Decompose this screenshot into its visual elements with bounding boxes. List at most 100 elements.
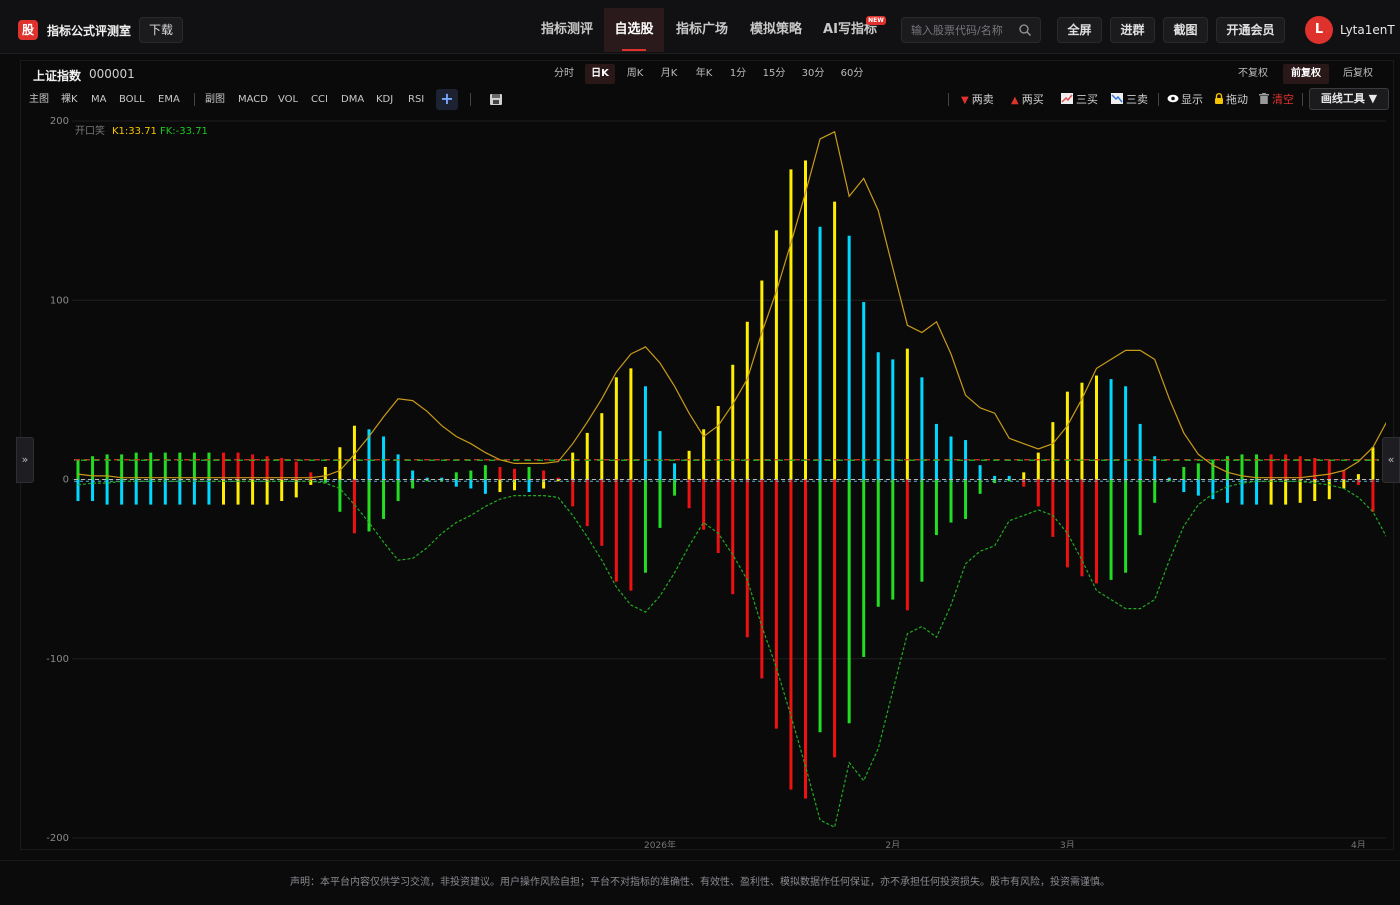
- y-tick-label: 200: [50, 116, 69, 127]
- bar-up: [847, 235, 851, 480]
- y-tick-label: 100: [50, 295, 69, 306]
- period-60min[interactable]: 60分: [837, 64, 867, 84]
- indicator-chart[interactable]: 200 100 0 -100 -200 2026年 2月 3月 4月 开口笑 K1:33.71 FK:…: [22, 112, 1386, 848]
- tool-drag[interactable]: 拖动: [1214, 93, 1248, 107]
- tool-show[interactable]: 显示: [1167, 93, 1203, 107]
- adjust-forward[interactable]: 前复权: [1283, 64, 1329, 84]
- bar-up: [542, 470, 546, 480]
- divider: [1158, 93, 1159, 106]
- bar-up: [207, 452, 211, 480]
- bar-up: [1022, 472, 1026, 480]
- bar-down: [265, 479, 269, 505]
- new-badge: NEW: [866, 16, 886, 25]
- sub-chart-label[interactable]: 副图: [205, 93, 225, 107]
- vip-button[interactable]: 开通会员: [1216, 17, 1285, 43]
- bar-down: [905, 479, 909, 611]
- period-daily[interactable]: 日K: [585, 64, 615, 84]
- stock-search[interactable]: [901, 17, 1041, 43]
- left-collapse-tab[interactable]: »: [16, 437, 34, 483]
- search-icon[interactable]: [1018, 23, 1032, 37]
- top-bar: 股 指标公式评测室 下载 指标测评 自选股 指标广场 模拟策略 AI写指标 NE…: [0, 0, 1400, 54]
- indicator-dma[interactable]: DMA: [341, 93, 364, 107]
- bar-up: [251, 454, 255, 480]
- adjust-none[interactable]: 不复权: [1232, 64, 1274, 84]
- legend-fk: FK:-33.71: [160, 126, 208, 137]
- legend-k1: K1:33.71: [112, 126, 157, 137]
- bar-up: [163, 452, 167, 480]
- tool-label: 显示: [1181, 93, 1203, 106]
- period-1min[interactable]: 1分: [724, 64, 752, 84]
- indicator-macd[interactable]: MACD: [238, 93, 268, 107]
- indicator-kdj[interactable]: KDJ: [376, 93, 393, 107]
- x-tick-label: 4月: [1351, 840, 1366, 848]
- tool-clear[interactable]: 清空: [1259, 93, 1294, 107]
- bar-down: [236, 479, 240, 505]
- app-title[interactable]: 指标公式评测室: [47, 22, 131, 39]
- join-group-button[interactable]: 进群: [1110, 17, 1155, 43]
- main-chart-label[interactable]: 主图: [29, 93, 49, 107]
- bar-up: [862, 302, 866, 480]
- bar-down: [862, 479, 866, 657]
- tool-three-sell[interactable]: 三卖: [1111, 93, 1148, 107]
- bar-up: [1065, 391, 1069, 480]
- tool-three-buy[interactable]: 三买: [1061, 93, 1098, 107]
- period-monthly[interactable]: 月K: [655, 64, 683, 84]
- bar-down: [1124, 479, 1128, 573]
- nav-sim-strategy[interactable]: 模拟策略: [740, 8, 812, 52]
- bar-up: [527, 466, 531, 480]
- nav-ai-indicator[interactable]: AI写指标: [814, 8, 886, 52]
- bar-up: [993, 475, 997, 480]
- bar-up: [178, 452, 182, 480]
- bar-up: [1182, 466, 1186, 480]
- indicator-bare-k[interactable]: 裸K: [61, 93, 78, 107]
- bar-up: [789, 169, 793, 480]
- nav-watchlist[interactable]: 自选股: [604, 8, 664, 52]
- divider: [1302, 93, 1303, 106]
- bar-down: [134, 479, 138, 505]
- tool-label: 两卖: [971, 93, 994, 106]
- right-collapse-tab[interactable]: «: [1382, 437, 1400, 483]
- tool-two-buy[interactable]: ▲ 两买: [1011, 93, 1044, 108]
- bar-up: [891, 359, 895, 480]
- search-input[interactable]: [911, 22, 1019, 38]
- bar-up: [411, 470, 415, 480]
- indicator-ema[interactable]: EMA: [158, 93, 180, 107]
- avatar[interactable]: L: [1305, 16, 1333, 44]
- bar-down: [585, 479, 589, 527]
- bar-down: [1022, 479, 1026, 487]
- period-15min[interactable]: 15分: [759, 64, 789, 84]
- tool-label: 三买: [1076, 93, 1098, 106]
- screenshot-button[interactable]: 截图: [1163, 17, 1208, 43]
- bar-up: [760, 280, 764, 480]
- bar-down: [847, 479, 851, 724]
- period-yearly[interactable]: 年K: [690, 64, 718, 84]
- bar-down: [1327, 479, 1331, 500]
- tool-label: 拖动: [1226, 93, 1248, 106]
- save-icon[interactable]: [489, 93, 503, 106]
- download-button[interactable]: 下载: [139, 17, 183, 43]
- indicator-ma[interactable]: MA: [91, 93, 106, 107]
- indicator-vol[interactable]: VOL: [278, 93, 298, 107]
- indicator-rsi[interactable]: RSI: [408, 93, 424, 107]
- bar-up: [120, 454, 124, 480]
- fullscreen-button[interactable]: 全屏: [1057, 17, 1102, 43]
- app-logo-icon[interactable]: 股: [18, 20, 38, 40]
- bar-up: [1269, 454, 1273, 480]
- indicator-cci[interactable]: CCI: [311, 93, 328, 107]
- username[interactable]: Lyta1enT: [1340, 23, 1395, 37]
- bar-down: [614, 479, 618, 582]
- draw-tools-dropdown[interactable]: 画线工具 ▼: [1309, 88, 1389, 110]
- bar-down: [1196, 479, 1200, 496]
- bar-up: [498, 466, 502, 480]
- adjust-backward[interactable]: 后复权: [1336, 64, 1380, 84]
- tool-two-sell[interactable]: ▼ 两卖: [961, 93, 994, 108]
- period-weekly[interactable]: 周K: [621, 64, 649, 84]
- bar-down: [789, 479, 793, 790]
- nav-indicator-square[interactable]: 指标广场: [666, 8, 738, 52]
- period-timeshare[interactable]: 分时: [550, 64, 578, 84]
- bar-up: [774, 230, 778, 480]
- add-indicator-button[interactable]: +: [436, 89, 458, 110]
- period-30min[interactable]: 30分: [798, 64, 828, 84]
- nav-indicator-review[interactable]: 指标测评: [530, 8, 604, 52]
- indicator-boll[interactable]: BOLL: [119, 93, 145, 107]
